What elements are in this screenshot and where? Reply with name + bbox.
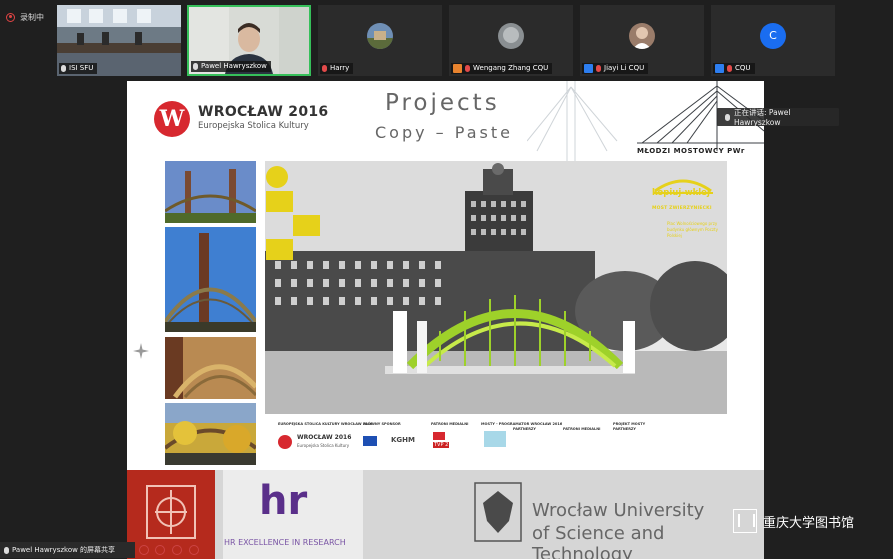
- footer-label: PATRONI MEDIALNI: [431, 422, 469, 426]
- brand-title: WROCŁAW 2016: [198, 104, 329, 120]
- media-logo: [433, 432, 445, 440]
- footer-label: EUROPEJSKA STOLICA KULTURY WROCŁAW 2016: [278, 422, 373, 426]
- university-name-line1: Wrocław University: [532, 500, 705, 521]
- participant-tile-pawel[interactable]: Pawel Hawryszkow: [187, 5, 311, 76]
- bridge-photo-4: [165, 403, 256, 465]
- brand-subtitle: Europejska Stolica Kultury: [198, 121, 309, 131]
- mic-icon: [193, 63, 198, 70]
- active-speaker-label: 正在讲话: Pawel Hawryszkow: [733, 108, 791, 127]
- participant-tile-jiayi[interactable]: Jiayi Li CQU: [580, 5, 704, 76]
- footer-label: PARTNERZY: [513, 427, 536, 431]
- participant-tile-isi-sfu[interactable]: ISI SFU: [57, 5, 181, 76]
- mic-muted-icon: [727, 65, 732, 72]
- footer-brand-title: WROCŁAW 2016: [297, 434, 352, 441]
- step-eye-icon: [266, 191, 293, 212]
- mlodzi-mostowcy-label: MŁODZI MOSTOWCY PWr: [637, 147, 745, 155]
- record-icon: [6, 12, 15, 22]
- footer-brand-subtitle: Europejska Stolica Kultury: [297, 443, 350, 448]
- participant-name-tag: ISI SFU: [59, 63, 98, 74]
- participant-name: Harry: [330, 64, 350, 72]
- wroclaw-mini-logo: [278, 435, 292, 449]
- shared-screen[interactable]: W WROCŁAW 2016 Europejska Stolica Kultur…: [127, 81, 764, 559]
- avatar: [367, 23, 393, 49]
- slide-subtitle: Copy – Paste: [375, 123, 513, 142]
- participant-name: ISI SFU: [69, 64, 94, 72]
- footer-label: MOSTY - PROGRAMATOR WROCŁAW 2016: [481, 422, 563, 426]
- bridge-photo-3: [165, 337, 256, 399]
- control-button[interactable]: [139, 545, 149, 555]
- eu-flag-icon: [363, 436, 377, 446]
- participant-name-tag: Wengang Zhang CQU: [451, 63, 553, 74]
- avatar: C: [760, 23, 786, 49]
- person-badge-icon: [453, 64, 462, 73]
- footer-label: PROJEKT MOSTY: [613, 422, 646, 426]
- hr-caption: HR EXCELLENCE IN RESEARCH: [224, 538, 346, 547]
- kopiuj-wklej-subtitle: MOST ZWIERZYNIECKI: [652, 206, 712, 211]
- step-w-icon: [266, 166, 288, 188]
- person-badge-icon: [584, 64, 593, 73]
- bridge-composite-image: [265, 161, 727, 414]
- avatar: [498, 23, 524, 49]
- hr-logo-text: hr: [259, 478, 308, 524]
- mic-muted-icon: [322, 65, 327, 72]
- bridge-photo-1: [165, 161, 256, 223]
- sponsor-logos: WROCŁAW 2016 Europejska Stolica Kultury …: [273, 420, 733, 464]
- footer-label: GŁÓWNY SPONSOR: [363, 422, 401, 426]
- screen-share-label[interactable]: Pawel Hawryszkow 的屏幕共享: [0, 542, 135, 558]
- screen-share-text: Pawel Hawryszkow 的屏幕共享: [12, 546, 116, 554]
- participant-tile-wengang[interactable]: Wengang Zhang CQU: [449, 5, 573, 76]
- participant-name: Pawel Hawryszkow: [201, 62, 267, 70]
- footer-label: PATRONI MEDIALNI: [563, 427, 601, 431]
- mic-muted-icon: [465, 65, 470, 72]
- participant-name-tag: Harry: [320, 63, 354, 74]
- participant-tile-harry[interactable]: Harry: [318, 5, 442, 76]
- university-eagle-emblem: [474, 482, 522, 542]
- library-logo-icon: [733, 509, 757, 533]
- library-watermark-text: 重庆大学图书馆: [763, 515, 855, 531]
- control-button[interactable]: [172, 545, 182, 555]
- kopiuj-wklej-label: kopiuj-wklej: [652, 188, 710, 198]
- participant-name-tag: CQU: [713, 63, 755, 74]
- mic-icon: [4, 546, 9, 554]
- tvp2-logo: TVP 2: [433, 442, 450, 448]
- slide-title: Projects: [385, 90, 500, 116]
- step-bolt-icon: [293, 215, 320, 236]
- step-paste-icon: [266, 239, 293, 260]
- footer-label: PARTNERZY: [613, 427, 636, 431]
- recording-indicator[interactable]: 录制中: [6, 8, 44, 26]
- active-speaker-indicator: 正在讲话: Pawel Hawryszkow: [717, 108, 839, 127]
- mosty-logo: [484, 431, 506, 447]
- participant-name-tag: Pawel Hawryszkow: [191, 61, 271, 72]
- play-button[interactable]: [155, 545, 165, 555]
- participant-name: Wengang Zhang CQU: [473, 64, 549, 72]
- participant-tile-cqu[interactable]: C CQU: [711, 5, 835, 76]
- university-name-line2: of Science and Technology: [532, 523, 665, 559]
- wroclaw-2016-logo: W: [154, 101, 190, 137]
- recording-label: 录制中: [20, 12, 44, 22]
- sparkle-icon: [133, 343, 149, 359]
- participant-name: Jiayi Li CQU: [604, 64, 645, 72]
- kopiuj-wklej-note: Plac Wolnościowego przy budynku głównym …: [667, 221, 718, 238]
- control-button[interactable]: [189, 545, 199, 555]
- mic-muted-icon: [596, 65, 601, 72]
- bridge-photo-2: [165, 227, 256, 332]
- avatar: [629, 23, 655, 49]
- person-badge-icon: [715, 64, 724, 73]
- kghm-logo: KGHM: [391, 436, 415, 444]
- participant-name: CQU: [735, 64, 751, 72]
- mic-icon: [61, 65, 66, 72]
- library-watermark: 重庆大学图书馆: [733, 509, 854, 533]
- participant-name-tag: Jiayi Li CQU: [582, 63, 649, 74]
- mic-icon: [725, 113, 730, 121]
